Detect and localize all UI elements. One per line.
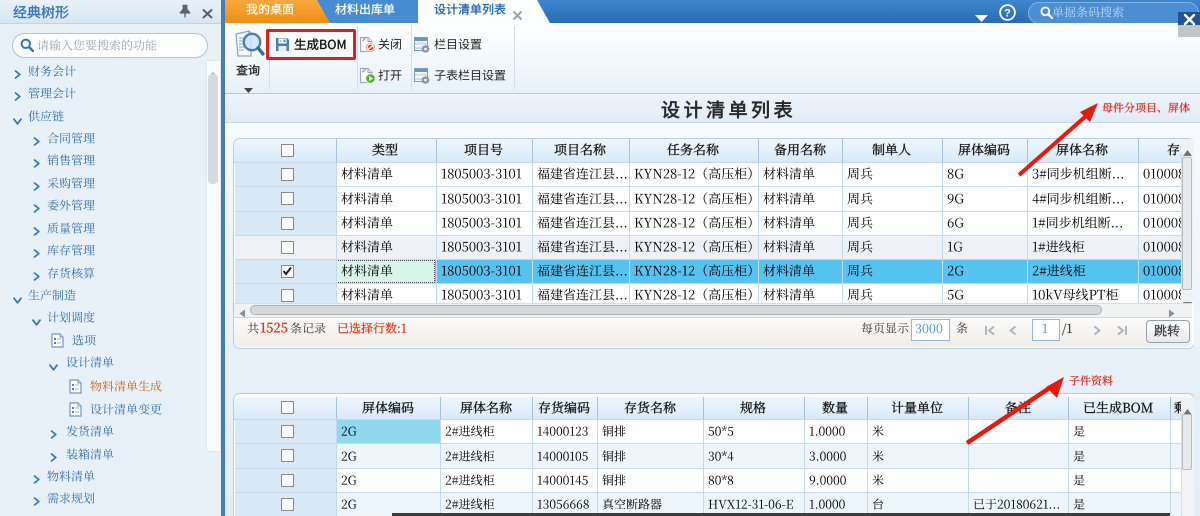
svg-text:?: ? <box>1004 7 1011 19</box>
